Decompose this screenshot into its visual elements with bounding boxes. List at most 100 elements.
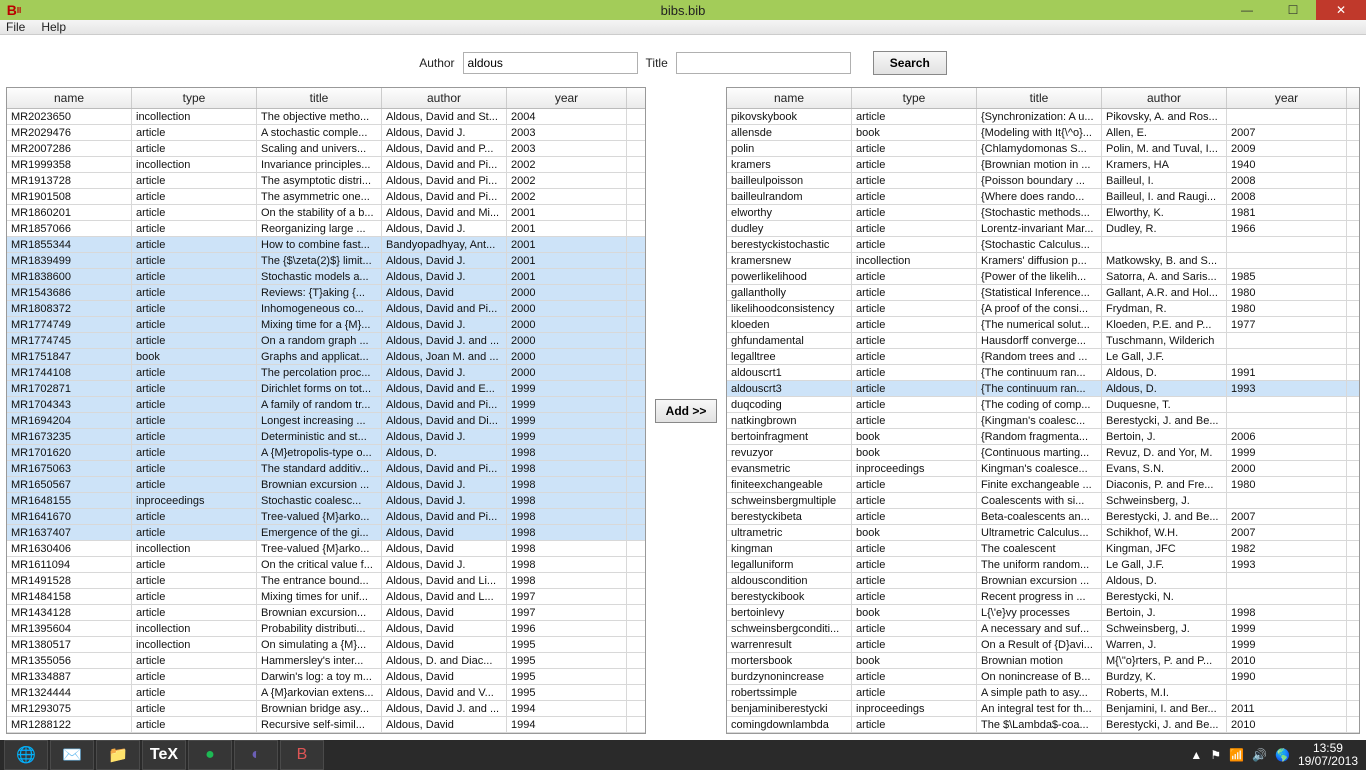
table-row[interactable]: likelihoodconsistencyarticle{A proof of …: [727, 301, 1359, 317]
col-author[interactable]: author: [382, 88, 507, 108]
table-row[interactable]: MR1838600articleStochastic models a...Al…: [7, 269, 645, 285]
table-row[interactable]: polinarticle{Chlamydomonas S...Polin, M.…: [727, 141, 1359, 157]
table-row[interactable]: MR1434128articleBrownian excursion...Ald…: [7, 605, 645, 621]
table-row[interactable]: MR1704343articleA family of random tr...…: [7, 397, 645, 413]
table-row[interactable]: MR1334887articleDarwin's log: a toy m...…: [7, 669, 645, 685]
right-body[interactable]: pikovskybookarticle{Synchronization: A u…: [727, 109, 1359, 733]
col-name[interactable]: name: [7, 88, 132, 108]
table-row[interactable]: powerlikelihoodarticle{Power of the like…: [727, 269, 1359, 285]
tray-flag-icon[interactable]: ⚑: [1210, 748, 1221, 762]
minimize-button[interactable]: —: [1224, 0, 1270, 20]
table-row[interactable]: aldouscrt3article{The continuum ran...Al…: [727, 381, 1359, 397]
menu-help[interactable]: Help: [41, 20, 66, 34]
table-row[interactable]: MR1484158articleMixing times for unif...…: [7, 589, 645, 605]
table-row[interactable]: MR1913728articleThe asymptotic distri...…: [7, 173, 645, 189]
left-body[interactable]: MR2023650incollectionThe objective metho…: [7, 109, 645, 733]
table-row[interactable]: bertoinlevybookL{\'e}vy processesBertoin…: [727, 605, 1359, 621]
table-row[interactable]: MR1774749articleMixing time for a {M}...…: [7, 317, 645, 333]
table-row[interactable]: MR1751847bookGraphs and applicat...Aldou…: [7, 349, 645, 365]
table-row[interactable]: MR1491528articleThe entrance bound...Ald…: [7, 573, 645, 589]
table-row[interactable]: MR1839499articleThe {$\zeta(2)$} limit..…: [7, 253, 645, 269]
table-row[interactable]: MR1673235articleDeterministic and st...A…: [7, 429, 645, 445]
table-row[interactable]: MR1630406incollectionTree-valued {M}arko…: [7, 541, 645, 557]
table-row[interactable]: revuzyorbook{Continuous marting...Revuz,…: [727, 445, 1359, 461]
table-row[interactable]: duqcodingarticle{The coding of comp...Du…: [727, 397, 1359, 413]
table-row[interactable]: kramersarticle{Brownian motion in ...Kra…: [727, 157, 1359, 173]
author-input[interactable]: [463, 52, 638, 74]
table-row[interactable]: finiteexchangeablearticleFinite exchange…: [727, 477, 1359, 493]
taskbar-thunderbird-icon[interactable]: ✉️: [50, 740, 94, 770]
table-row[interactable]: warrenresultarticleOn a Result of {D}avi…: [727, 637, 1359, 653]
col-author[interactable]: author: [1102, 88, 1227, 108]
table-row[interactable]: berestyckibookarticleRecent progress in …: [727, 589, 1359, 605]
table-row[interactable]: MR2007286articleScaling and univers...Al…: [7, 141, 645, 157]
col-type[interactable]: type: [132, 88, 257, 108]
table-row[interactable]: MR1744108articleThe percolation proc...A…: [7, 365, 645, 381]
col-title[interactable]: title: [257, 88, 382, 108]
col-year[interactable]: year: [1227, 88, 1347, 108]
taskbar-eclipse-icon[interactable]: ◐: [234, 740, 278, 770]
title-input[interactable]: [676, 52, 851, 74]
table-row[interactable]: kloedenarticle{The numerical solut...Klo…: [727, 317, 1359, 333]
table-row[interactable]: MR1901508articleThe asymmetric one...Ald…: [7, 189, 645, 205]
table-row[interactable]: aldousconditionarticleBrownian excursion…: [727, 573, 1359, 589]
taskbar-chrome-icon[interactable]: 🌐: [4, 740, 48, 770]
taskbar-spotify-icon[interactable]: ●: [188, 740, 232, 770]
table-row[interactable]: MR1288122articleRecursive self-simil...A…: [7, 717, 645, 733]
table-row[interactable]: MR1641670articleTree-valued {M}arko...Al…: [7, 509, 645, 525]
table-row[interactable]: mortersbookbookBrownian motionM{\"o}rter…: [727, 653, 1359, 669]
tray-network-icon[interactable]: 📶: [1229, 748, 1244, 762]
taskbar-tex-icon[interactable]: TeX: [142, 740, 186, 770]
tray-arrow-icon[interactable]: ▲: [1190, 748, 1202, 762]
table-row[interactable]: MR1675063articleThe standard additiv...A…: [7, 461, 645, 477]
table-row[interactable]: MR1701620articleA {M}etropolis-type o...…: [7, 445, 645, 461]
tray-volume-icon[interactable]: 🔊: [1252, 748, 1267, 762]
col-year[interactable]: year: [507, 88, 627, 108]
table-row[interactable]: legalluniformarticleThe uniform random..…: [727, 557, 1359, 573]
taskbar-explorer-icon[interactable]: 📁: [96, 740, 140, 770]
table-row[interactable]: schweinsbergconditi...articleA necessary…: [727, 621, 1359, 637]
table-row[interactable]: berestyckistochasticarticle{Stochastic C…: [727, 237, 1359, 253]
table-row[interactable]: ultrametricbookUltrametric Calculus...Sc…: [727, 525, 1359, 541]
tray-globe-icon[interactable]: 🌎: [1275, 748, 1290, 762]
table-row[interactable]: burdzynonincreasearticleOn nonincrease o…: [727, 669, 1359, 685]
clock[interactable]: 13:59 19/07/2013: [1298, 742, 1358, 768]
table-row[interactable]: legalltreearticle{Random trees and ...Le…: [727, 349, 1359, 365]
table-row[interactable]: dudleyarticleLorentz-invariant Mar...Dud…: [727, 221, 1359, 237]
table-row[interactable]: MR1637407articleEmergence of the gi...Al…: [7, 525, 645, 541]
table-row[interactable]: MR1611094articleOn the critical value f.…: [7, 557, 645, 573]
table-row[interactable]: robertssimplearticleA simple path to asy…: [727, 685, 1359, 701]
table-row[interactable]: natkingbrownarticle{Kingman's coalesc...…: [727, 413, 1359, 429]
table-row[interactable]: MR1808372articleInhomogeneous co...Aldou…: [7, 301, 645, 317]
table-row[interactable]: MR2029476articleA stochastic comple...Al…: [7, 125, 645, 141]
table-row[interactable]: MR1774745articleOn a random graph ...Ald…: [7, 333, 645, 349]
table-row[interactable]: MR1694204articleLongest increasing ...Al…: [7, 413, 645, 429]
table-row[interactable]: kingmanarticleThe coalescentKingman, JFC…: [727, 541, 1359, 557]
taskbar-app-icon[interactable]: B: [280, 740, 324, 770]
table-row[interactable]: MR1355056articleHammersley's inter...Ald…: [7, 653, 645, 669]
table-row[interactable]: berestyckibetaarticleBeta-coalescents an…: [727, 509, 1359, 525]
table-row[interactable]: comingdownlambdaarticleThe $\Lambda$-coa…: [727, 717, 1359, 733]
table-row[interactable]: MR1860201articleOn the stability of a b.…: [7, 205, 645, 221]
table-row[interactable]: MR1395604incollectionProbability distrib…: [7, 621, 645, 637]
table-row[interactable]: MR1648155inproceedingsStochastic coalesc…: [7, 493, 645, 509]
table-row[interactable]: bailleulrandomarticle{Where does rando..…: [727, 189, 1359, 205]
table-row[interactable]: elworthyarticle{Stochastic methods...Elw…: [727, 205, 1359, 221]
table-row[interactable]: schweinsbergmultiplearticleCoalescents w…: [727, 493, 1359, 509]
table-row[interactable]: aldouscrt1article{The continuum ran...Al…: [727, 365, 1359, 381]
table-row[interactable]: ghfundamentalarticleHausdorff converge..…: [727, 333, 1359, 349]
table-row[interactable]: MR1650567articleBrownian excursion ...Al…: [7, 477, 645, 493]
col-type[interactable]: type: [852, 88, 977, 108]
table-row[interactable]: MR1702871articleDirichlet forms on tot..…: [7, 381, 645, 397]
close-button[interactable]: ✕: [1316, 0, 1366, 20]
menu-file[interactable]: File: [6, 20, 25, 34]
table-row[interactable]: kramersnewincollectionKramers' diffusion…: [727, 253, 1359, 269]
add-button[interactable]: Add >>: [655, 399, 718, 423]
table-row[interactable]: MR1857066articleReorganizing large ...Al…: [7, 221, 645, 237]
table-row[interactable]: MR1380517incollectionOn simulating a {M}…: [7, 637, 645, 653]
table-row[interactable]: bertoinfragmentbook{Random fragmenta...B…: [727, 429, 1359, 445]
table-row[interactable]: MR1293075articleBrownian bridge asy...Al…: [7, 701, 645, 717]
table-row[interactable]: gallanthollyarticle{Statistical Inferenc…: [727, 285, 1359, 301]
search-button[interactable]: Search: [873, 51, 947, 75]
table-row[interactable]: allensdebook{Modeling with It{\^o}...All…: [727, 125, 1359, 141]
